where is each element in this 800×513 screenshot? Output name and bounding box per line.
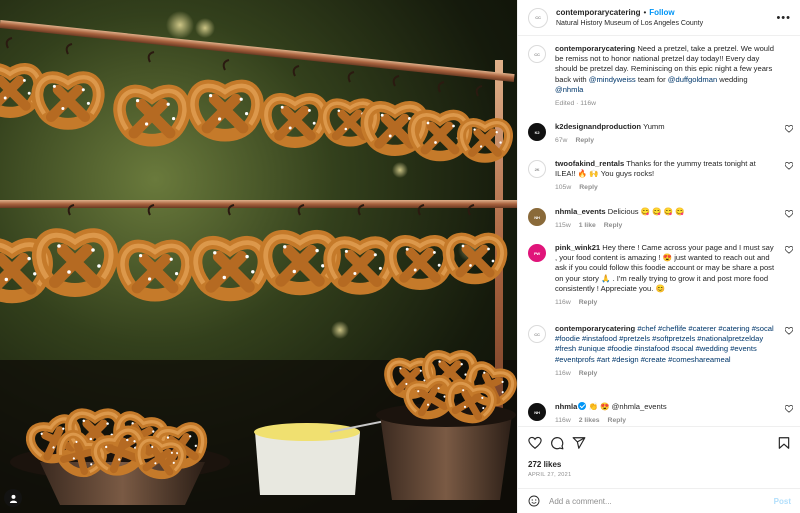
avatar[interactable]: CC: [528, 7, 548, 28]
heart-icon[interactable]: [785, 405, 793, 413]
comment-username[interactable]: twoofakind_rentals: [555, 159, 624, 168]
caption: CC contemporarycatering Need a pretzel, …: [528, 44, 793, 109]
reply-button[interactable]: Reply: [579, 370, 598, 377]
comment-username[interactable]: pink_wink21: [555, 243, 600, 252]
heart-icon[interactable]: [785, 125, 793, 133]
comment-text: Yumm: [643, 122, 665, 131]
mention-link[interactable]: @nhmla: [555, 85, 583, 94]
heart-icon[interactable]: [785, 210, 793, 218]
post-author-username[interactable]: contemporarycatering: [556, 8, 640, 17]
likes-count[interactable]: 1 like: [579, 222, 596, 229]
comment-time: 116w: [555, 369, 571, 377]
reply-button[interactable]: Reply: [575, 137, 594, 144]
comment-item: NH nhmla 👏 😍 @nhmla_events 116w 2 likes Re…: [528, 402, 793, 426]
send-icon[interactable]: [572, 436, 586, 450]
post-location[interactable]: Natural History Museum of Los Angeles Co…: [556, 18, 703, 29]
mention-link[interactable]: @duffgoldman: [668, 75, 717, 84]
comments-list[interactable]: CC contemporarycatering Need a pretzel, …: [518, 36, 800, 426]
comment-username[interactable]: k2designandproduction: [555, 122, 641, 131]
avatar[interactable]: 2K: [528, 160, 546, 178]
heart-icon[interactable]: [785, 162, 793, 170]
comment-item: CC contemporarycatering #chef #cheflife …: [528, 324, 793, 379]
comment-item: 2K twoofakind_rentals Thanks for the yum…: [528, 159, 793, 194]
comment-item: K2 k2designandproduction Yumm 67w Reply: [528, 122, 793, 146]
heart-icon[interactable]: [785, 327, 793, 335]
avatar[interactable]: CC: [528, 325, 546, 343]
caption-meta: Edited · 116w: [555, 100, 597, 108]
post-photo[interactable]: [0, 0, 517, 513]
reply-button[interactable]: Reply: [579, 184, 598, 191]
follow-button[interactable]: Follow: [649, 8, 674, 17]
comment-username[interactable]: nhmla: [555, 402, 577, 411]
add-comment-bar: Post: [518, 488, 800, 513]
avatar[interactable]: NH: [528, 208, 546, 226]
post-header: CC contemporarycatering • Follow Natural H…: [518, 0, 800, 36]
comment-text: 👏 😍 @nhmla_events: [588, 402, 667, 411]
reply-button[interactable]: Reply: [579, 299, 598, 306]
comment-item: NH nhmla_events Delicious 😋 😋 😋 😋 115w 1 …: [528, 207, 793, 231]
mention-link[interactable]: @mindyweiss: [589, 75, 636, 84]
separator-dot: •: [643, 7, 647, 17]
comment-time: 116w: [555, 299, 571, 307]
pretzel-display-illustration: [0, 11, 517, 513]
post-actions: 272 likes APRIL 27, 2021: [518, 426, 800, 488]
reply-button[interactable]: Reply: [608, 417, 627, 424]
more-options-icon[interactable]: •••: [776, 12, 791, 24]
comment-time: 105w: [555, 184, 572, 192]
comment-time: 115w: [555, 222, 571, 230]
comment-time: 67w: [555, 137, 568, 145]
bookmark-icon[interactable]: [777, 436, 791, 450]
avatar[interactable]: CC: [528, 45, 546, 63]
caption-text: wedding: [717, 74, 748, 84]
comment-item: PW pink_wink21 Hey there ! Came across y…: [528, 243, 793, 308]
heart-icon[interactable]: [785, 246, 793, 254]
emoji-icon[interactable]: [528, 495, 540, 507]
post-sidebar: CC contemporarycatering • Follow Natural H…: [517, 0, 800, 513]
comment-username[interactable]: contemporarycatering: [555, 324, 635, 333]
verified-badge-icon: [578, 402, 587, 410]
caption-username[interactable]: contemporarycatering: [555, 44, 635, 53]
heart-icon[interactable]: [528, 436, 542, 450]
avatar[interactable]: K2: [528, 123, 546, 141]
comment-time: 116w: [555, 417, 571, 425]
likes-count[interactable]: 272 likes: [528, 460, 561, 469]
comment-icon[interactable]: [550, 436, 564, 450]
post-comment-button[interactable]: Post: [774, 497, 791, 506]
reply-button[interactable]: Reply: [604, 222, 623, 229]
comment-input[interactable]: [549, 496, 749, 506]
caption-text: team for: [635, 74, 668, 84]
likes-count[interactable]: 2 likes: [579, 417, 600, 424]
post-date: APRIL 27, 2021: [528, 472, 572, 478]
comment-text: Delicious 😋 😋 😋 😋: [607, 207, 685, 216]
avatar[interactable]: PW: [528, 244, 546, 262]
comment-username[interactable]: nhmla_events: [555, 207, 606, 216]
avatar[interactable]: NH: [528, 403, 546, 421]
tagged-user-icon[interactable]: [4, 489, 22, 507]
